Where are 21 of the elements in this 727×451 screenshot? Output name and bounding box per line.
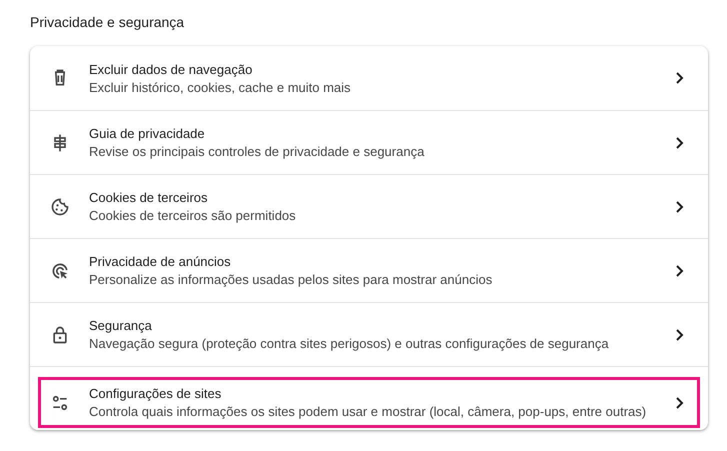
settings-item[interactable]: Cookies de terceiros Cookies de terceiros são permitidos — [38, 175, 700, 238]
item-description: Revise os principais controles de privacidade e segurança — [89, 144, 426, 159]
item-title: Segurança — [89, 318, 153, 333]
item-title: Privacidade de anúncios — [89, 254, 232, 269]
settings-item[interactable]: Configurações de sites Controla quais informações os sites podem usar e mostrar (local, câmera, pop-ups, entre outras) — [38, 377, 700, 428]
item-description: Excluir histórico, cookies, cache e muito mais — [89, 80, 352, 94]
item-title: Excluir dados de navegação — [89, 62, 254, 76]
item-title: Cookies de terceiros — [89, 190, 208, 205]
item-description: Cookies de terceiros são permitidos — [89, 208, 297, 223]
settings-item[interactable]: Excluir dados de navegação Excluir histórico, cookies, cache e muito mais — [38, 46, 700, 110]
item-description: Navegação segura (proteção contra sites perigosos) e outras configurações de segurança — [89, 336, 610, 351]
item-title: Configurações de sites — [89, 386, 222, 401]
item-description: Personalize as informações usadas pelos sites para mostrar anúncios — [89, 272, 494, 287]
settings-item[interactable]: Segurança Navegação segura (proteção contra sites perigosos) e outras configurações de segurança — [38, 303, 700, 366]
settings-item[interactable]: Guia de privacidade Revise os principais controles de privacidade e segurança — [38, 111, 700, 174]
item-title: Guia de privacidade — [89, 126, 206, 141]
cursor-target-icon — [50, 260, 70, 280]
section-title: Privacidade e segurança — [30, 14, 186, 30]
item-description: Controla quais informações os sites podem usar e mostrar (local, câmera, pop-ups, entre outras) — [89, 404, 648, 419]
settings-item[interactable]: Privacidade de anúncios Personalize as informações usadas pelos sites para mostrar anúncios — [38, 239, 700, 302]
cookie-icon — [50, 196, 70, 216]
